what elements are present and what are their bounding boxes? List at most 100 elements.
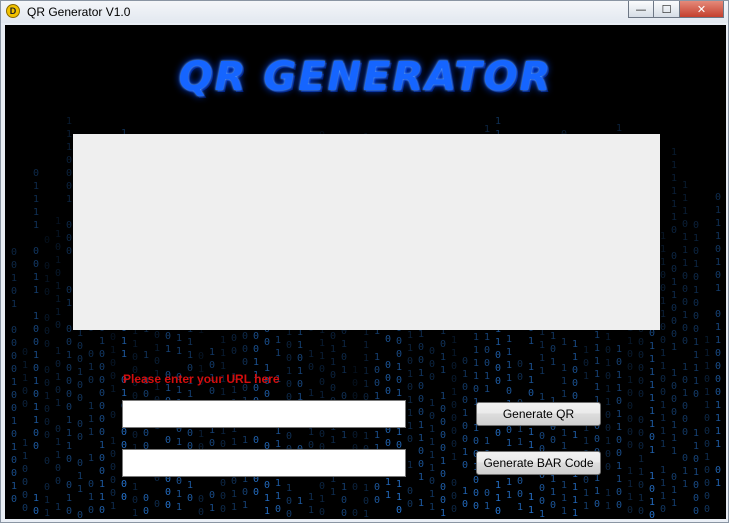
svg-text:0: 0 [627, 388, 633, 399]
qr-output-area [73, 134, 660, 330]
svg-text:1: 1 [110, 345, 116, 356]
barcode-input[interactable] [122, 449, 406, 477]
svg-text:1: 1 [286, 483, 292, 494]
svg-text:0: 0 [330, 370, 336, 381]
svg-text:1: 1 [550, 331, 556, 342]
svg-text:1: 1 [671, 368, 677, 379]
svg-text:0: 0 [88, 479, 94, 490]
svg-text:1: 1 [528, 492, 534, 503]
svg-text:0: 0 [352, 508, 358, 519]
svg-text:1: 1 [451, 452, 457, 463]
svg-text:1: 1 [308, 492, 314, 503]
svg-text:1: 1 [209, 347, 215, 358]
svg-text:0: 0 [451, 478, 457, 489]
svg-text:1: 1 [649, 354, 655, 365]
svg-text:1: 1 [66, 350, 72, 361]
svg-text:1: 1 [715, 283, 721, 294]
svg-text:1: 1 [44, 508, 50, 519]
svg-text:0: 0 [583, 475, 589, 486]
svg-text:1: 1 [22, 360, 28, 371]
svg-text:1: 1 [495, 493, 501, 504]
svg-text:1: 1 [275, 491, 281, 502]
svg-text:0: 0 [231, 333, 237, 344]
svg-text:1: 1 [473, 371, 479, 382]
svg-text:1: 1 [671, 212, 677, 223]
maximize-button[interactable]: ☐ [654, 1, 680, 18]
svg-text:1: 1 [561, 376, 567, 387]
svg-text:1: 1 [407, 395, 413, 406]
svg-text:0: 0 [165, 435, 171, 446]
svg-text:0: 0 [242, 331, 248, 342]
svg-text:1: 1 [693, 428, 699, 439]
svg-text:1: 1 [55, 502, 61, 513]
svg-text:1: 1 [715, 205, 721, 216]
svg-text:0: 0 [682, 336, 688, 347]
svg-text:1: 1 [121, 388, 127, 399]
svg-text:0: 0 [66, 389, 72, 400]
svg-text:1: 1 [583, 371, 589, 382]
svg-text:0: 0 [451, 426, 457, 437]
svg-text:0: 0 [22, 477, 28, 488]
svg-text:1: 1 [352, 365, 358, 376]
svg-text:0: 0 [396, 349, 402, 360]
svg-text:1: 1 [275, 335, 281, 346]
svg-text:1: 1 [363, 509, 369, 519]
svg-text:1: 1 [88, 492, 94, 503]
svg-text:1: 1 [528, 505, 534, 516]
svg-text:0: 0 [110, 488, 116, 499]
svg-text:0: 0 [451, 400, 457, 411]
svg-text:0: 0 [286, 496, 292, 507]
svg-text:1: 1 [99, 336, 105, 347]
generate-qr-button[interactable]: Generate QR [476, 402, 601, 426]
svg-text:1: 1 [627, 492, 633, 503]
svg-text:0: 0 [638, 415, 644, 426]
svg-text:0: 0 [66, 454, 72, 465]
svg-text:1: 1 [396, 362, 402, 373]
svg-text:1: 1 [220, 361, 226, 372]
minimize-button[interactable]: — [628, 1, 654, 18]
svg-text:1: 1 [649, 367, 655, 378]
svg-text:1: 1 [561, 337, 567, 348]
svg-text:1: 1 [22, 438, 28, 449]
svg-text:0: 0 [154, 356, 160, 367]
svg-text:1: 1 [330, 344, 336, 355]
svg-text:1: 1 [605, 384, 611, 395]
generate-bar-code-button[interactable]: Generate BAR Code [476, 451, 601, 475]
svg-text:0: 0 [682, 284, 688, 295]
svg-text:1: 1 [55, 255, 61, 266]
svg-text:1: 1 [44, 391, 50, 402]
svg-text:0: 0 [407, 486, 413, 497]
svg-text:0: 0 [22, 386, 28, 397]
title-bar[interactable]: D QR Generator V1.0 — ☐ ✕ [1, 1, 728, 23]
svg-text:1: 1 [605, 358, 611, 369]
svg-text:1: 1 [385, 477, 391, 488]
svg-text:0: 0 [605, 345, 611, 356]
svg-text:1: 1 [660, 491, 666, 502]
svg-text:0: 0 [11, 390, 17, 401]
svg-text:0: 0 [715, 244, 721, 255]
svg-text:1: 1 [11, 299, 17, 310]
svg-text:1: 1 [638, 467, 644, 478]
svg-text:1: 1 [539, 340, 545, 351]
svg-text:0: 0 [671, 316, 677, 327]
svg-text:1: 1 [66, 116, 72, 127]
svg-text:1: 1 [154, 343, 160, 354]
url-input[interactable] [122, 400, 406, 428]
svg-text:1: 1 [330, 435, 336, 446]
close-button[interactable]: ✕ [680, 1, 724, 18]
svg-text:0: 0 [66, 181, 72, 192]
svg-text:0: 0 [242, 357, 248, 368]
svg-text:1: 1 [605, 332, 611, 343]
form-client-area: 0010100001001010010011001100000111100111… [5, 25, 726, 519]
svg-text:0: 0 [66, 285, 72, 296]
svg-text:0: 0 [33, 168, 39, 179]
svg-text:0: 0 [132, 430, 138, 441]
svg-text:1: 1 [715, 439, 721, 450]
svg-text:0: 0 [484, 345, 490, 356]
svg-text:0: 0 [55, 359, 61, 370]
svg-text:0: 0 [297, 353, 303, 364]
svg-text:1: 1 [231, 385, 237, 396]
svg-text:1: 1 [517, 437, 523, 448]
svg-text:0: 0 [55, 385, 61, 396]
svg-text:1: 1 [363, 340, 369, 351]
